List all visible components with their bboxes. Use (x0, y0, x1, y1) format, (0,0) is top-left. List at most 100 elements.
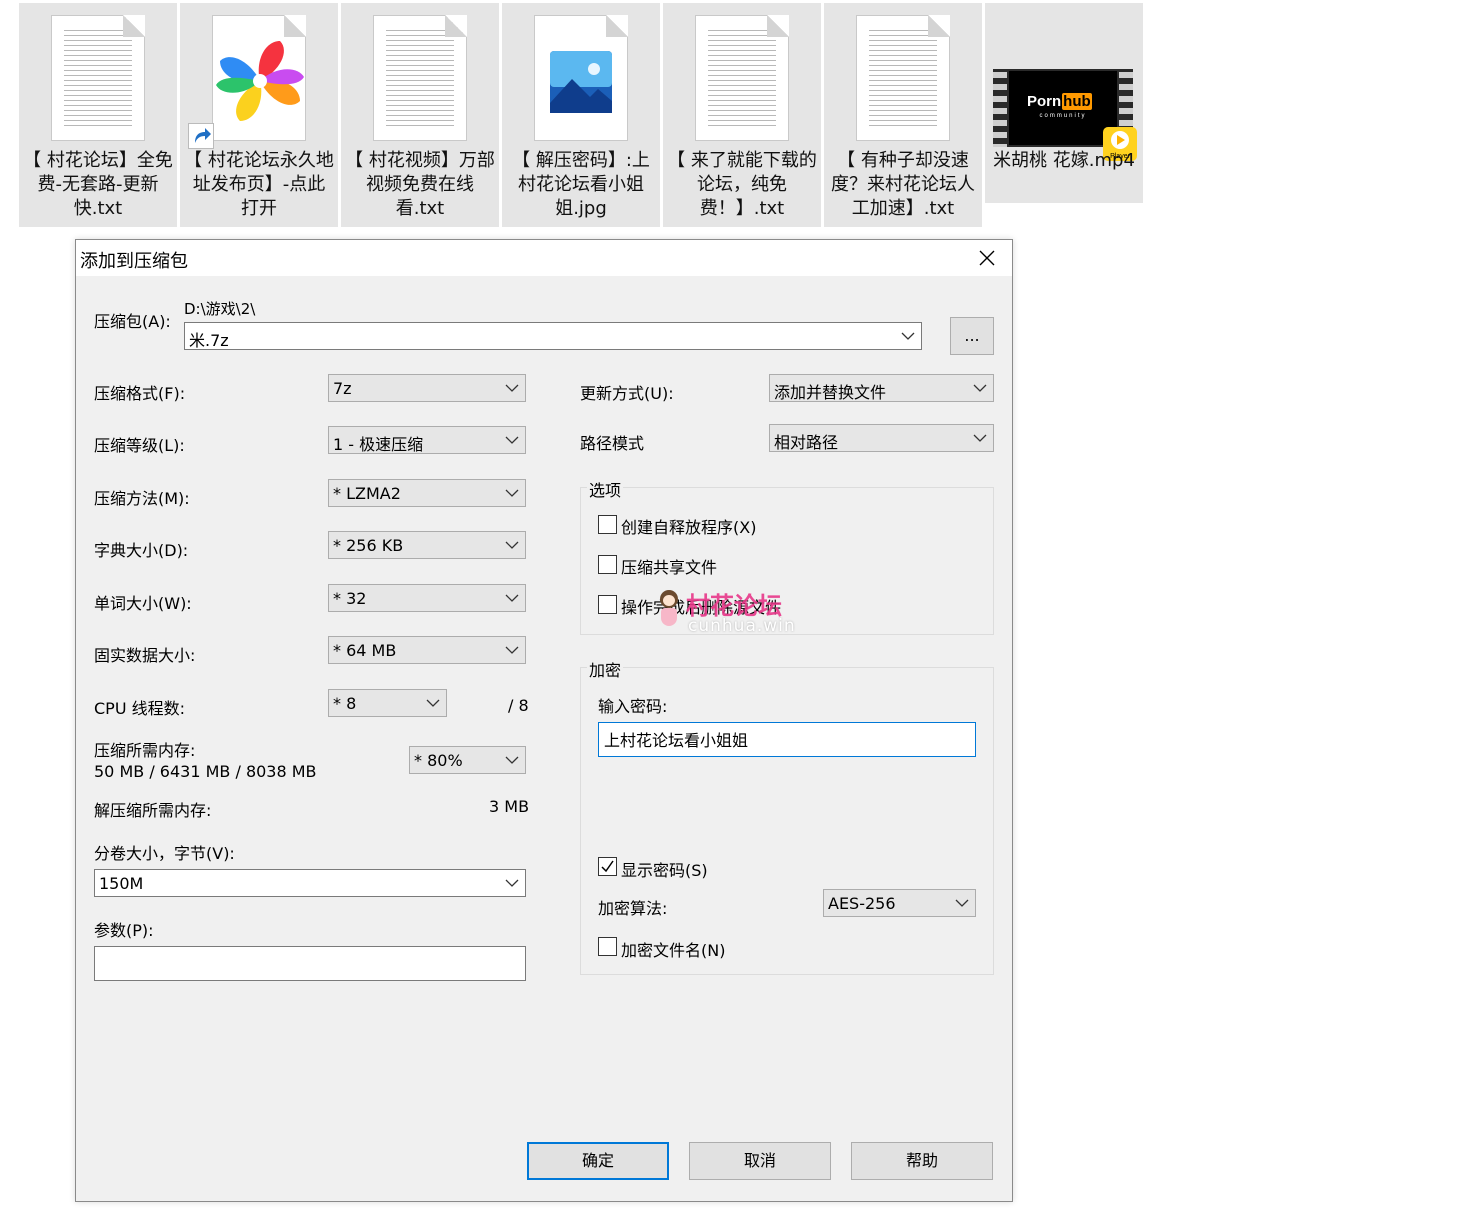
checkmark-icon (601, 860, 614, 873)
options-group-title: 选项 (587, 477, 624, 501)
solid-select[interactable]: * 64 MB (328, 636, 526, 664)
file-name: 【 村花论坛】全免费-无套路-更新快.txt (23, 150, 173, 219)
password-value: 上村花论坛看小姐姐 (604, 731, 749, 750)
decompress-memory-label: 解压缩所需内存: (94, 801, 212, 820)
params-label: 参数(P): (94, 921, 154, 940)
show-password-checkbox[interactable] (598, 857, 617, 876)
memory-label: 压缩所需内存: (94, 741, 196, 760)
browse-button[interactable]: ... (950, 317, 994, 355)
shared-files-checkbox[interactable] (598, 555, 617, 574)
text-file-icon (663, 11, 821, 145)
cpu-value: * 8 (333, 694, 357, 713)
archive-path: D:\游戏\2\ (184, 300, 256, 318)
path-mode-value: 相对路径 (774, 433, 839, 452)
watermark: 村花论坛 cunhua.win (656, 586, 896, 642)
dict-label: 字典大小(D): (94, 541, 189, 560)
cancel-button[interactable]: 取消 (689, 1142, 831, 1180)
text-file-icon (824, 11, 982, 145)
memory-percent-value: * 80% (414, 751, 463, 770)
browser-shortcut-icon (180, 11, 338, 149)
show-password-label: 显示密码(S) (621, 861, 708, 880)
chevron-down-icon (505, 384, 519, 392)
archive-name-combo[interactable]: 米.7z (184, 322, 922, 350)
file-item[interactable]: 【 解压密码】:上村花论坛看小姐姐.jpg (502, 3, 660, 227)
file-name: 【 村花视频】万部视频免费在线看.txt (345, 150, 495, 219)
delete-after-checkbox[interactable] (598, 595, 617, 614)
text-file-icon (341, 11, 499, 145)
chevron-down-icon (973, 384, 987, 392)
update-mode-select[interactable]: 添加并替换文件 (769, 374, 994, 402)
shared-files-label: 压缩共享文件 (621, 558, 718, 577)
chevron-down-icon (955, 899, 969, 907)
image-file-icon (502, 11, 660, 145)
volume-size-label: 分卷大小，字节(V): (94, 844, 235, 863)
cpu-label: CPU 线程数: (94, 699, 186, 718)
shortcut-arrow-icon (188, 123, 214, 149)
volume-size-value: 150M (99, 874, 144, 893)
format-select[interactable]: 7z (328, 374, 526, 402)
text-file-icon (19, 11, 177, 145)
format-value: 7z (333, 379, 352, 398)
video-file-icon: Porn hub community Player (985, 11, 1143, 161)
path-mode-label: 路径模式 (580, 434, 645, 453)
level-value: 1 - 极速压缩 (333, 435, 424, 454)
file-name: 【 来了就能下载的论坛，纯免费！】.txt (667, 150, 817, 219)
help-button[interactable]: 帮助 (851, 1142, 993, 1180)
dialog-titlebar: 添加到压缩包 (76, 240, 1012, 276)
add-to-archive-dialog: 添加到压缩包 压缩包(A): D:\游戏\2\ 米.7z ... 压缩格式(F)… (75, 239, 1013, 1202)
watermark-url: cunhua.win (688, 616, 796, 636)
volume-size-combo[interactable]: 150M (94, 869, 526, 897)
mascot-icon (656, 590, 682, 634)
memory-percent-select[interactable]: * 80% (409, 746, 526, 774)
file-item[interactable]: Porn hub community Player 米胡桃 花嫁.mp4 (985, 3, 1143, 203)
level-select[interactable]: 1 - 极速压缩 (328, 426, 526, 454)
level-label: 压缩等级(L): (94, 436, 185, 455)
word-value: * 32 (333, 589, 367, 608)
archive-name-value: 米.7z (189, 331, 229, 350)
params-input[interactable] (94, 946, 526, 981)
algorithm-select[interactable]: AES-256 (823, 889, 976, 917)
file-name: 【 有种子却没速度？来村花论坛人工加速】.txt (831, 150, 975, 219)
chevron-down-icon (505, 756, 519, 764)
format-label: 压缩格式(F): (94, 384, 186, 403)
method-label: 压缩方法(M): (94, 489, 190, 508)
chevron-down-icon (505, 489, 519, 497)
chevron-down-icon (901, 332, 915, 340)
password-input[interactable]: 上村花论坛看小姐姐 (598, 722, 976, 757)
file-item[interactable]: 【 村花论坛】全免费-无套路-更新快.txt (19, 3, 177, 227)
ok-button[interactable]: 确定 (527, 1142, 669, 1180)
update-mode-label: 更新方式(U): (580, 384, 674, 403)
solid-value: * 64 MB (333, 641, 397, 660)
word-select[interactable]: * 32 (328, 584, 526, 612)
memory-value: 50 MB / 6431 MB / 8038 MB (94, 762, 317, 781)
close-button[interactable] (964, 240, 1010, 276)
decompress-memory-value: 3 MB (489, 797, 530, 816)
encryption-group-title: 加密 (587, 657, 624, 681)
cpu-select[interactable]: * 8 (328, 689, 447, 717)
algorithm-value: AES-256 (828, 894, 896, 913)
encryption-group: 加密 输入密码: 上村花论坛看小姐姐 显示密码(S) 加密算法: AES-256… (580, 657, 994, 975)
encrypt-names-label: 加密文件名(N) (621, 941, 726, 960)
encrypt-names-checkbox[interactable] (598, 937, 617, 956)
video-thumbnail: Porn hub community Player (993, 69, 1137, 161)
chevron-down-icon (505, 646, 519, 654)
solid-label: 固实数据大小: (94, 646, 196, 665)
path-mode-select[interactable]: 相对路径 (769, 424, 994, 452)
archive-label: 压缩包(A): (94, 312, 171, 331)
chevron-down-icon (426, 699, 440, 707)
password-label: 输入密码: (598, 697, 668, 716)
file-item[interactable]: 【 村花论坛永久地址发布页】-点此打开 (180, 3, 338, 227)
chevron-down-icon (505, 436, 519, 444)
cpu-total: / 8 (508, 696, 529, 715)
dict-select[interactable]: * 256 KB (328, 531, 526, 559)
sfx-label: 创建自释放程序(X) (621, 518, 757, 537)
dict-value: * 256 KB (333, 536, 404, 555)
file-name: 【 村花论坛永久地址发布页】-点此打开 (184, 150, 334, 219)
sfx-checkbox[interactable] (598, 515, 617, 534)
file-item[interactable]: 【 有种子却没速度？来村花论坛人工加速】.txt (824, 3, 982, 227)
file-item[interactable]: 【 村花视频】万部视频免费在线看.txt (341, 3, 499, 227)
method-select[interactable]: * LZMA2 (328, 479, 526, 507)
file-name: 米胡桃 花嫁.mp4 (993, 150, 1135, 171)
file-item[interactable]: 【 来了就能下载的论坛，纯免费！】.txt (663, 3, 821, 227)
word-label: 单词大小(W): (94, 594, 192, 613)
